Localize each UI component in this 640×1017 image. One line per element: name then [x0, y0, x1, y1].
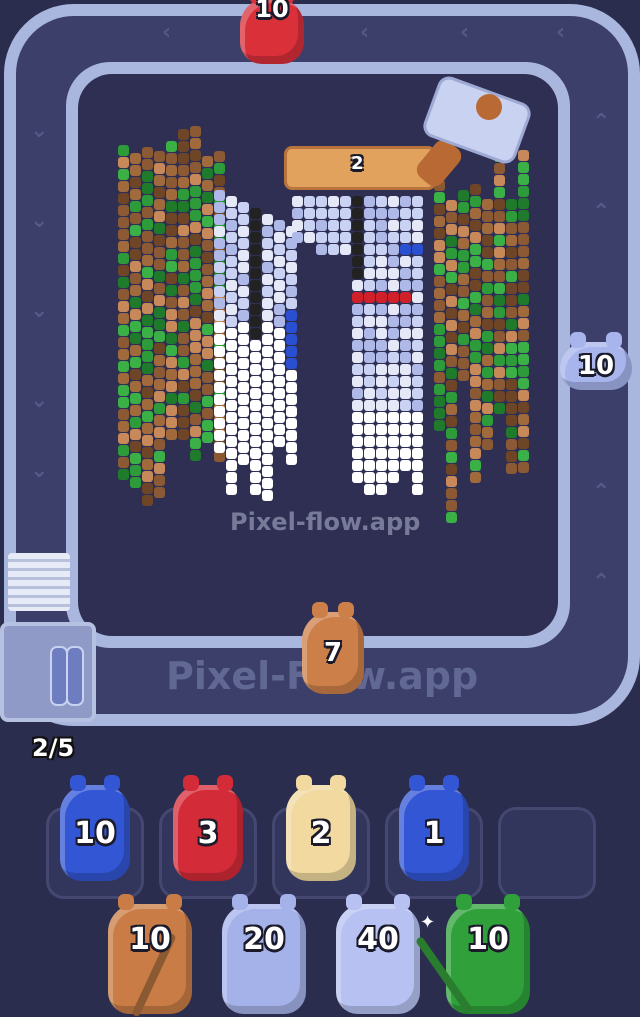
- slot-pig-cream[interactable]: 2: [286, 775, 356, 881]
- slot-pig-blue[interactable]: 10: [60, 775, 130, 881]
- slot-pig-blue[interactable]: 1: [399, 775, 469, 881]
- pig-value: 2: [310, 815, 332, 851]
- pig-value: 1: [423, 815, 445, 851]
- wooden-crate: 2: [284, 146, 436, 190]
- queue-counter: 2/5: [32, 734, 75, 762]
- board-watermark: Pixel-flow.app: [230, 508, 421, 536]
- holding-slot-empty[interactable]: [498, 807, 596, 899]
- pig-value: 10: [255, 0, 289, 23]
- track-pig-lavender: 10: [560, 332, 632, 390]
- hammer-knob: [476, 94, 502, 120]
- queue-pig-brown[interactable]: 10: [108, 894, 192, 1014]
- crate-count: 2: [351, 153, 364, 174]
- pig-value: 10: [577, 351, 615, 381]
- pig-value: 3: [197, 815, 219, 851]
- pig-value: 10: [74, 815, 116, 851]
- queue-pig-lavender[interactable]: 40: [336, 894, 420, 1014]
- queue-pig-lavender[interactable]: 20: [222, 894, 306, 1014]
- pig-value: 40: [357, 921, 399, 957]
- pig-value: 10: [467, 921, 509, 957]
- pig-value: 20: [243, 921, 285, 957]
- sparkle-icon: ✦: [420, 912, 436, 933]
- pig-value: 7: [323, 638, 343, 668]
- track-pig-brown: 7: [302, 602, 364, 694]
- pig-value: 10: [129, 921, 171, 957]
- track-pig-red: 10: [240, 0, 304, 64]
- slot-pig-red[interactable]: 3: [173, 775, 243, 881]
